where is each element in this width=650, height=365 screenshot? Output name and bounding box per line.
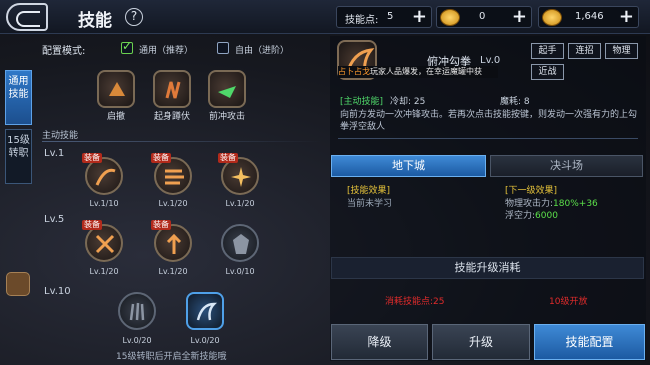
next-effect-title: [下一级效果] [505,186,558,196]
equip-badge: 装备 [82,153,102,163]
upgrade-button[interactable]: 升级 [432,324,530,360]
effect-value: 当前未学习 [347,199,393,209]
add-coin-button[interactable]: + [512,7,527,27]
skill-icon-backstep[interactable] [97,70,135,108]
gold-value: 1,646 [575,11,604,22]
tag-starter: 起手 [531,43,564,59]
back-button[interactable] [6,3,48,31]
advancement-hint: 15级转职后开启全新技能哦 [116,352,227,362]
tag-melee: 近战 [531,64,564,80]
free-mode-checkbox[interactable] [217,42,229,54]
tab-general-skills[interactable]: 通用技能 [5,70,32,125]
skill-description: 向前方发动一次冲锋攻击。若再次点击技能按键，则发动一次强有力的上勾拳浮空敌人 [340,110,638,132]
level-label-1: Lv.1 [44,148,65,159]
downgrade-button[interactable]: 降级 [331,324,428,360]
upgrade-cost-header: 技能升级消耗 [331,257,644,279]
broadcast-tooltip: 占卜占戈玩家人品爆发，在幸运魔罐中获 [338,66,498,78]
add-gold-button[interactable]: + [619,7,634,27]
skill-icon-claw[interactable] [118,292,156,330]
page-title: 技能 [78,11,112,31]
divider [42,141,322,142]
coin-value: 0 [479,11,486,22]
skill-label-crouch: 起身蹲伏 [153,112,190,122]
skill-level: Lv.1/10 [89,199,119,208]
free-mode-label: 自由（进阶） [235,46,290,56]
skill-level: Lv.1/20 [89,267,119,276]
coin-icon [440,9,460,26]
level-label-5: Lv.5 [44,214,65,225]
next-launch-label: 浮空力: [505,211,536,221]
divider [338,138,638,139]
skill-level: Lv.1/20 [158,199,188,208]
active-skills-heading: 主动技能 [42,131,79,141]
skill-label-dash: 前冲攻击 [208,112,245,122]
skill-cooldown: 冷却: 25 [390,97,426,107]
skill-icon-armor[interactable] [221,224,259,262]
skill-icon-dash[interactable] [208,70,246,108]
general-mode-label: 通用（推荐） [139,46,194,56]
general-mode-checkbox[interactable] [121,39,133,54]
next-launch-value: 6000 [535,211,558,221]
skill-level: Lv.1/20 [225,199,255,208]
coin-box: 0 + [436,6,532,28]
equip-badge: 装备 [82,220,102,230]
skill-icon-dive-hook[interactable] [186,292,224,330]
tab-arena[interactable]: 决斗场 [490,155,643,177]
skill-points-label: 技能点: [345,15,379,26]
skill-label-backstep: 启撤 [106,112,125,122]
skill-config-button[interactable]: 技能配置 [534,324,645,360]
broadcast-text: 玩家人品爆发，在幸运魔罐中获 [370,67,482,76]
config-mode-label: 配置模式: [42,46,86,57]
detail-skill-level: Lv.0 [480,55,501,66]
equip-badge: 装备 [151,153,171,163]
skill-type: [主动技能] [340,97,384,107]
effect-title: [技能效果] [347,186,391,196]
help-button[interactable]: ? [125,8,143,26]
skill-level: Lv.0/20 [122,336,152,345]
next-attack-value: 180%+36 [553,199,598,209]
skill-level: Lv.0/20 [190,336,220,345]
avatar[interactable] [6,272,30,296]
tab-dungeon[interactable]: 地下城 [331,155,486,177]
tag-combo: 连招 [568,43,601,59]
broadcast-name: 占卜占戈 [338,67,370,76]
skill-points-value: 5 [387,11,394,22]
gold-icon [542,9,562,26]
skill-points-box: 技能点: 5 + [336,6,432,28]
tag-physical: 物理 [605,43,638,59]
equip-badge: 装备 [151,220,171,230]
next-effect-launch: 浮空力:6000 [505,208,558,221]
add-skill-points-button[interactable]: + [412,7,427,27]
skill-level: Lv.0/10 [225,267,255,276]
gold-box: 1,646 + [538,6,639,28]
tab-advancement[interactable]: 15级转职 [5,129,32,184]
equip-badge: 装备 [218,153,238,163]
skill-icon-crouch[interactable] [153,70,191,108]
skill-mana-cost: 魔耗: 8 [500,97,530,107]
cost-skill-points: 消耗技能点:25 [385,297,445,307]
level-label-10: Lv.10 [44,286,71,297]
cost-unlock-level: 10级开放 [549,297,588,307]
skill-level: Lv.1/20 [158,267,188,276]
